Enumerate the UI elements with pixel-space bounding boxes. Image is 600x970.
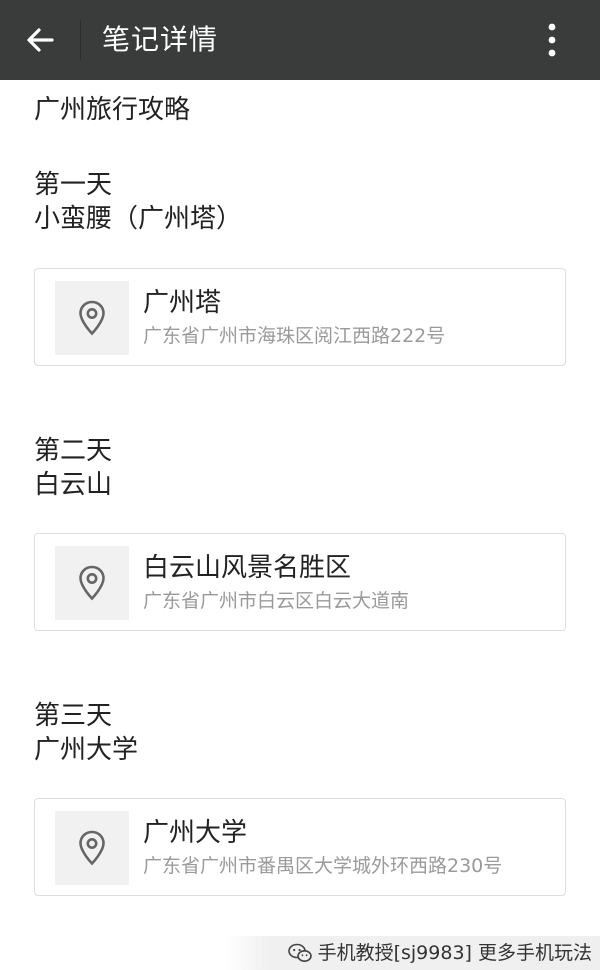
location-icon-box [55,281,129,355]
day-label: 第三天 [34,701,113,731]
location-address: 广东省广州市白云区白云大道南 [143,590,410,612]
day-section-3: 第三天 广州大学 [34,699,574,767]
location-address: 广东省广州市海珠区阅江西路222号 [143,325,446,347]
watermark: 手机教授[sj9983] 更多手机玩法 [224,936,600,970]
location-name: 广州大学 [143,818,248,848]
map-pin-icon [79,300,105,336]
app-bar: 笔记详情 [0,0,600,80]
day-spot: 小蛮腰（广州塔） [34,204,243,234]
location-name: 广州塔 [143,288,222,318]
day-spot: 白云山 [34,470,113,500]
arrow-left-icon [27,28,54,52]
back-button[interactable] [14,16,66,64]
day-label: 第一天 [34,170,113,200]
app-bar-divider [80,20,81,60]
day-spot: 广州大学 [34,735,139,765]
day-section-1: 第一天 小蛮腰（广州塔） [34,168,574,236]
map-pin-icon [79,565,105,601]
watermark-text: 手机教授[sj9983] 更多手机玩法 [317,942,592,964]
location-card[interactable]: 广州塔 广东省广州市海珠区阅江西路222号 [34,268,566,366]
location-card[interactable]: 广州大学 广东省广州市番禺区大学城外环西路230号 [34,798,566,896]
location-name: 白云山风景名胜区 [143,553,352,583]
day-section-2: 第二天 白云山 [34,434,574,502]
page-title: 笔记详情 [102,23,219,56]
map-pin-icon [79,830,105,866]
wechat-icon [287,943,312,962]
location-address: 广东省广州市番禺区大学城外环西路230号 [143,855,503,877]
location-card[interactable]: 白云山风景名胜区 广东省广州市白云区白云大道南 [34,533,566,631]
note-title: 广州旅行攻略 [34,95,191,125]
location-icon-box [55,546,129,620]
day-label: 第二天 [34,436,113,466]
more-vertical-icon [548,23,556,57]
more-options-button[interactable] [528,16,576,64]
location-icon-box [55,811,129,885]
